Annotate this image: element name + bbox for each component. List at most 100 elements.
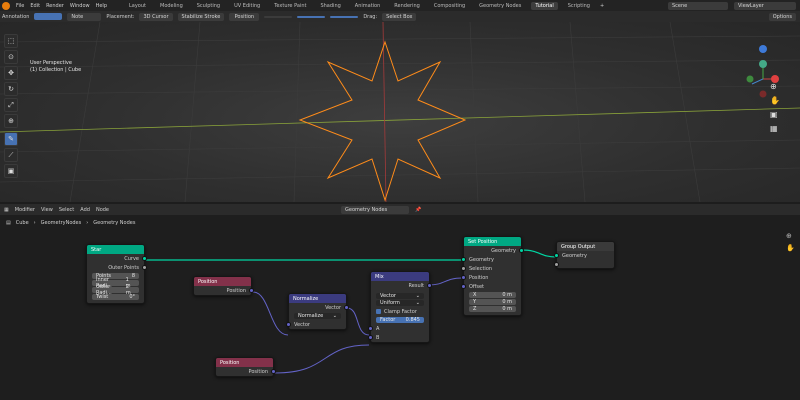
stabilize-stroke-toggle[interactable]: Stabilize Stroke [177, 12, 225, 21]
add-cube-tool-icon[interactable]: ▣ [4, 164, 18, 178]
mix-a-socket[interactable] [368, 326, 373, 331]
position-socket-2[interactable] [271, 369, 276, 374]
group-output-empty-socket[interactable] [554, 262, 559, 267]
zoom-icon[interactable]: ⊕ [770, 80, 782, 94]
breadcrumb-modifier[interactable]: GeometryNodes [41, 220, 82, 226]
node-menu-node[interactable]: Node [96, 207, 109, 213]
tab-uv-editing[interactable]: UV Editing [230, 2, 264, 10]
position-node-2-header[interactable]: Position [216, 358, 273, 367]
node-menu-select[interactable]: Select [59, 207, 74, 213]
star-node-header[interactable]: Star [87, 245, 144, 254]
group-output-node[interactable]: Group Output Geometry [554, 241, 615, 269]
menu-file[interactable]: File [16, 3, 24, 9]
annotation-color-swatch[interactable] [34, 13, 63, 20]
normalize-in-socket[interactable] [286, 322, 291, 327]
options-dropdown[interactable]: Options [768, 12, 796, 21]
annotate-tool-icon[interactable]: ✎ [4, 132, 18, 146]
tab-shading[interactable]: Shading [316, 2, 344, 10]
selection-input: Selection [469, 265, 493, 272]
tab-compositing[interactable]: Compositing [430, 2, 469, 10]
measure-tool-icon[interactable]: ⟋ [4, 148, 18, 162]
mix-data-type-dropdown[interactable]: Vector ⌄ [376, 293, 424, 299]
set-position-geometry-socket[interactable] [461, 257, 466, 262]
offset-socket[interactable] [461, 284, 466, 289]
breadcrumb-cube[interactable]: Cube [16, 220, 29, 226]
tab-tutorial[interactable]: Tutorial [531, 1, 558, 10]
move-tool-icon[interactable]: ✥ [4, 66, 18, 80]
normalize-mode-dropdown[interactable]: Normalize ⌄ [294, 313, 341, 319]
mix-node[interactable]: Mix Result Vector ⌄ Uniform ⌄ Clamp Factor… [368, 271, 432, 343]
mix-b-socket[interactable] [368, 335, 373, 340]
offset-z-field[interactable]: Z0 m [469, 306, 516, 312]
tab-layout[interactable]: Layout [125, 2, 150, 10]
mix-b-label: B [376, 334, 380, 341]
selection-socket[interactable] [461, 266, 466, 271]
mix-node-header[interactable]: Mix [371, 272, 429, 281]
offset-x-field[interactable]: X0 m [469, 292, 516, 298]
breadcrumb-tree[interactable]: Geometry Nodes [93, 220, 135, 226]
tab-geometry-nodes[interactable]: Geometry Nodes [475, 2, 525, 10]
position-socket-1[interactable] [249, 288, 254, 293]
position-field[interactable]: Position [229, 12, 260, 21]
tab-texture-paint[interactable]: Texture Paint [270, 2, 310, 10]
outer-points-socket[interactable] [142, 265, 147, 270]
cursor-tool-icon[interactable]: ⊙ [4, 50, 18, 64]
position-node-1-header[interactable]: Position [194, 277, 251, 286]
menu-help[interactable]: Help [96, 3, 107, 9]
normalize-node-header[interactable]: Normalize [289, 294, 346, 303]
group-output-geometry-socket[interactable] [554, 253, 559, 258]
select-box-dropdown[interactable]: Select Box [382, 12, 417, 21]
node-menu-view[interactable]: View [41, 207, 53, 213]
note-layer[interactable]: Note [67, 12, 102, 21]
empty-field[interactable] [264, 15, 293, 18]
camera-icon[interactable]: ▣ [770, 108, 782, 122]
blender-logo-icon[interactable] [2, 1, 10, 10]
select-tool-icon[interactable]: ⬚ [4, 34, 18, 48]
modifier-dropdown[interactable]: Modifier [15, 207, 35, 213]
set-position-out-socket[interactable] [519, 248, 524, 253]
blue-field-2[interactable] [330, 15, 359, 18]
menu-edit[interactable]: Edit [30, 3, 40, 9]
clamp-factor-checkbox[interactable] [376, 309, 381, 314]
group-output-node-header[interactable]: Group Output [557, 242, 614, 251]
editor-type-icon[interactable]: ▦ [4, 207, 9, 213]
outer-radius-field[interactable]: Outer Radi... 2 m [92, 284, 139, 296]
normalize-node[interactable]: Normalize Vector Normalize ⌄ Vector [286, 293, 349, 330]
curve-socket[interactable] [142, 256, 147, 261]
node-menu-add[interactable]: Add [80, 207, 90, 213]
node-zoom-icon[interactable]: ⊕ [786, 230, 798, 242]
mix-factor-mode-dropdown[interactable]: Uniform ⌄ [376, 300, 424, 306]
star-node[interactable]: Star Curve Outer Points Points 8 Inner Ra… [86, 244, 147, 304]
blue-field[interactable] [297, 15, 326, 18]
tab-rendering[interactable]: Rendering [390, 2, 424, 10]
tab-sculpting[interactable]: Sculpting [193, 2, 224, 10]
menu-render[interactable]: Render [46, 3, 64, 9]
set-position-node[interactable]: Set Position Geometry Geometry Selection… [461, 236, 524, 316]
tab-scripting[interactable]: Scripting [564, 2, 594, 10]
add-workspace-icon[interactable]: + [600, 3, 604, 9]
pan-hand-icon[interactable]: ✋ [770, 94, 782, 108]
menu-window[interactable]: Window [70, 3, 90, 9]
placement-dropdown[interactable]: 3D Cursor [139, 12, 173, 21]
view-layer-selector[interactable]: ViewLayer [734, 1, 796, 10]
normalize-out-socket[interactable] [344, 305, 349, 310]
tab-modeling[interactable]: Modeling [156, 2, 187, 10]
set-position-position-socket[interactable] [461, 275, 466, 280]
node-tree-selector[interactable]: Geometry Nodes [341, 205, 410, 214]
set-position-node-header[interactable]: Set Position [464, 237, 521, 246]
transform-tool-icon[interactable]: ⊕ [4, 114, 18, 128]
grid-view-icon[interactable]: ▦ [770, 122, 782, 136]
breadcrumb-toggle-icon[interactable]: ▤ [6, 220, 11, 226]
node-pan-icon[interactable]: ✋ [786, 242, 798, 254]
factor-slider[interactable]: Factor 0.845 [376, 317, 424, 323]
position-node-1[interactable]: Position Position [193, 276, 254, 296]
3d-viewport[interactable]: User Perspective (1) Collection | Cube ⊕… [0, 22, 800, 202]
pin-icon[interactable]: 📌 [415, 207, 421, 213]
position-node-2[interactable]: Position Position [215, 357, 276, 377]
scale-tool-icon[interactable]: ⤢ [4, 98, 18, 112]
offset-y-field[interactable]: Y0 m [469, 299, 516, 305]
tab-animation[interactable]: Animation [351, 2, 385, 10]
mix-result-socket[interactable] [427, 283, 432, 288]
rotate-tool-icon[interactable]: ↻ [4, 82, 18, 96]
scene-selector[interactable]: Scene [668, 1, 728, 10]
